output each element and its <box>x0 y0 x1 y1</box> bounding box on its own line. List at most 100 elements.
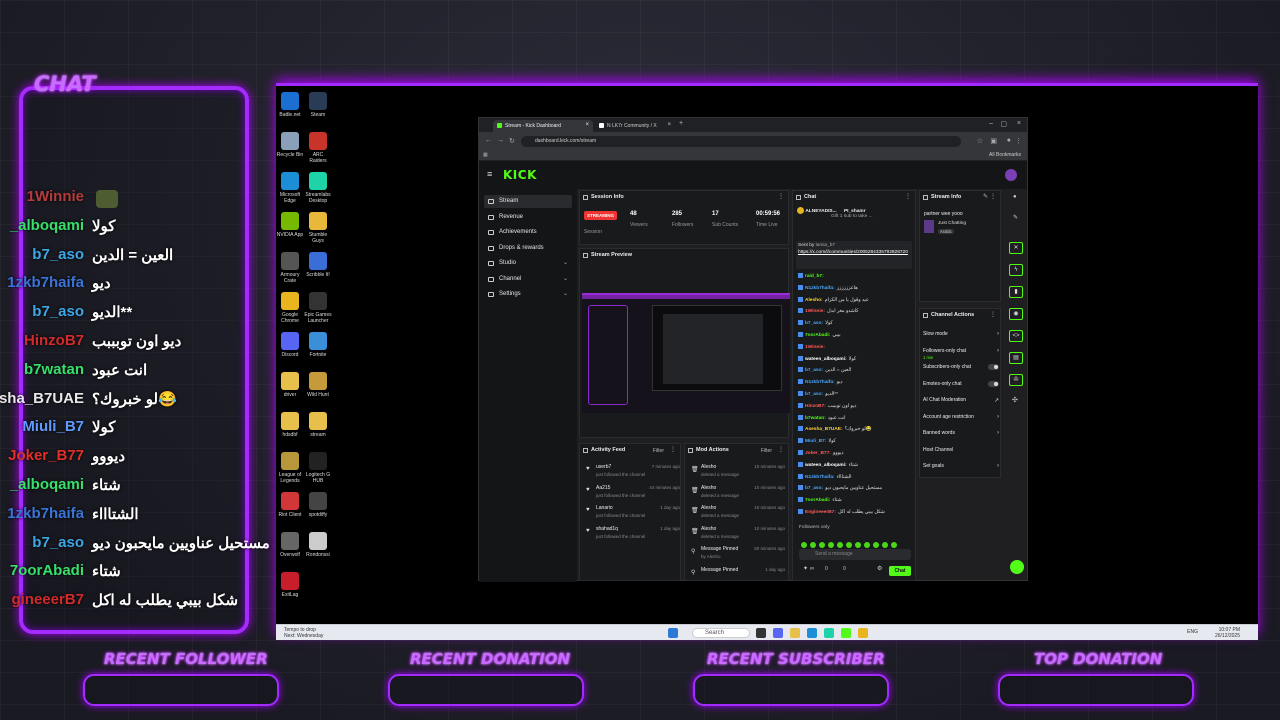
sidebar-item-drops-rewards[interactable]: Drops & rewards <box>484 242 572 255</box>
chevron-right-icon[interactable]: › <box>997 463 999 469</box>
channel-action-set-goals[interactable]: Set goals › <box>923 463 1001 477</box>
edit-icon[interactable]: ✎ <box>1013 214 1018 221</box>
desktop-shortcut[interactable]: ExitLag <box>276 572 304 598</box>
desktop-shortcut[interactable]: Discord <box>276 332 304 358</box>
url-input[interactable]: dashboard.kick.com/stream <box>521 136 961 147</box>
rail-chat-button[interactable]: ◉ <box>1009 308 1023 320</box>
channel-action-emotes-only-chat[interactable]: Emotes-only chat <box>923 380 1001 395</box>
tray-language[interactable]: ENG <box>1187 629 1198 635</box>
pinned-message[interactable]: Sent by lamia_b7 https://x.com/i/communi… <box>796 241 912 269</box>
sidebar-item-stream[interactable]: Stream <box>484 195 572 208</box>
desktop-shortcut[interactable]: ARC Raiders <box>304 132 332 164</box>
desktop-shortcut[interactable]: spotdiffy <box>304 492 332 518</box>
channel-action-banned-words[interactable]: Banned words › <box>923 430 1001 444</box>
chevron-right-icon[interactable]: › <box>997 348 999 354</box>
panel-menu-icon[interactable]: ⋮ <box>990 193 996 200</box>
activity-filter-button[interactable]: Filter <box>653 448 664 454</box>
channel-action-followers-only-chat[interactable]: Followers-only chat 1 min › <box>923 348 1001 362</box>
channel-action-ai-chat-moderation[interactable]: AI Chat Moderation ↗ <box>923 397 1001 411</box>
info-icon[interactable]: ● <box>1013 194 1017 200</box>
maximize-icon[interactable]: ▢ <box>1000 120 1007 128</box>
chat-message[interactable]: 1Winnie: كاشدو مغر ابدل <box>798 308 914 319</box>
chat-message[interactable]: N1zkb7haifa: هاعزززززز <box>798 284 914 296</box>
taskbar-clock[interactable]: 10:07 PM 26/12/2025 <box>1215 627 1240 639</box>
streamlabs-taskbar-icon[interactable] <box>824 628 834 638</box>
user-avatar[interactable] <box>1005 169 1017 181</box>
chat-message[interactable]: 1Winnie: <box>798 343 914 355</box>
extensions-icon[interactable]: ▣ <box>990 137 997 145</box>
taskbar-search[interactable]: Search <box>692 628 750 638</box>
desktop-shortcut[interactable]: Scribble It! <box>304 252 332 278</box>
desktop-shortcut[interactable]: Streamlabs Desktop <box>304 172 332 204</box>
close-window-icon[interactable]: × <box>1017 120 1021 127</box>
desktop-shortcut[interactable]: Riot Client <box>276 492 304 518</box>
mod-filter-button[interactable]: Filter <box>761 448 772 454</box>
toggle-switch[interactable] <box>988 364 999 370</box>
explorer-taskbar-icon[interactable] <box>790 628 800 638</box>
mod-action-item[interactable]: ⚲ Message Pinned 1 day ago <box>689 567 785 587</box>
desktop-shortcut[interactable]: Logitech G HUB <box>304 452 332 484</box>
desktop-shortcut[interactable]: Armoury Crate <box>276 252 304 284</box>
desktop-shortcut[interactable]: Steam <box>304 92 332 118</box>
panel-menu-icon[interactable]: ⋮ <box>990 311 996 318</box>
chat-send-button[interactable]: Chat <box>889 566 911 576</box>
stream-preview-video[interactable] <box>582 293 790 413</box>
desktop-shortcut[interactable]: Rondonssi <box>304 532 332 558</box>
rail-code-button[interactable]: <> <box>1009 330 1023 342</box>
kick-logo[interactable]: KICK <box>503 168 537 182</box>
desktop-shortcut[interactable]: Battle.net <box>276 92 304 118</box>
panel-menu-icon[interactable]: ⋮ <box>905 193 911 200</box>
chat-message[interactable]: 7oorAbadi: بيبي <box>798 332 914 343</box>
chat-message[interactable]: b7_aso: مستحيل عناويين مايحبون ديو <box>798 485 914 496</box>
chat-message[interactable]: Alesho: عيد وقول يا من الكرام <box>798 296 914 308</box>
desktop-shortcut[interactable]: Recycle Bin <box>276 132 304 158</box>
rail-raid-button[interactable]: ✕ <box>1009 242 1023 254</box>
channel-action-subscribers-only-chat[interactable]: Subscribers-only chat <box>923 364 1001 378</box>
sidebar-item-studio[interactable]: Studio ⌄ <box>484 257 572 270</box>
chat-message[interactable]: Miuli_B7: كولا <box>798 438 914 449</box>
forward-icon[interactable]: → <box>497 137 504 144</box>
chat-settings-icon[interactable]: ⚙ <box>877 565 882 572</box>
mod-action-item[interactable]: 🗑 Alesho 10 minutes ago deleted a message <box>689 464 785 484</box>
chat-message[interactable]: N1zkb7haifa: ديو <box>798 379 914 390</box>
desktop-shortcut[interactable]: stream <box>304 412 332 438</box>
all-bookmarks[interactable]: All Bookmarks <box>989 152 1021 158</box>
channel-action-host-channel[interactable]: Host Channel <box>923 447 1001 461</box>
channel-action-account-age-restriction[interactable]: Account age restriction › <box>923 414 1001 428</box>
edit-stream-info-icon[interactable]: ✎ <box>983 193 988 200</box>
emote-quickbar[interactable] <box>801 535 911 548</box>
chat-message[interactable]: N1zkb7haifa: الشتاااء <box>798 473 914 485</box>
chat-message[interactable]: 7oorAbadi: شتاء <box>798 497 914 508</box>
rail-lightning-button[interactable]: ϟ <box>1009 264 1023 276</box>
desktop-shortcut[interactable]: NVIDIA App <box>276 212 304 238</box>
chat-message[interactable]: raid_b7: <box>798 273 914 284</box>
chevron-right-icon[interactable]: › <box>997 331 999 337</box>
chat-message[interactable]: Joker_B77: ديووو <box>798 450 914 461</box>
activity-feed-item[interactable]: ♥ shahad1q 1 day ago just followed the chan… <box>584 526 680 546</box>
sidebar-item-revenue[interactable]: Revenue <box>484 211 572 224</box>
rail-clip-button[interactable]: ▮ <box>1009 286 1023 298</box>
apps-grid-icon[interactable]: ▦ <box>483 152 488 158</box>
chat-message[interactable]: wateen_alboqami: شتاء <box>798 461 914 473</box>
desktop-shortcut[interactable]: hdsdbf <box>276 412 304 438</box>
taskbar-weather[interactable]: Tempo to drop Next: Wednesday <box>284 627 323 639</box>
desktop-shortcut[interactable]: Microsoft Edge <box>276 172 304 204</box>
chat-message[interactable]: b7watan: انت عبود <box>798 414 914 426</box>
rail-settings-icon[interactable]: ✣ <box>1012 396 1018 404</box>
mod-action-item[interactable]: ⚲ Message Pinned 50 minutes ago by Alesho <box>689 546 785 566</box>
new-tab-icon[interactable]: + <box>679 120 683 127</box>
close-tab-icon[interactable]: × <box>585 122 589 128</box>
start-icon[interactable] <box>668 628 678 638</box>
sidebar-item-channel[interactable]: Channel ⌄ <box>484 273 572 286</box>
activity-feed-item[interactable]: ♥ Aa215 44 minutes ago just followed the ch… <box>584 485 680 505</box>
sidebar-item-achievements[interactable]: Achievements <box>484 226 572 239</box>
desktop-shortcut[interactable]: League of Legends <box>276 452 304 484</box>
mod-action-item[interactable]: 🗑 Alesho 10 minutes ago deleted a message <box>689 505 785 525</box>
desktop-shortcut[interactable]: driver <box>276 372 304 398</box>
panel-menu-icon[interactable]: ⋮ <box>778 446 784 453</box>
desktop-shortcut[interactable]: Fortnite <box>304 332 332 358</box>
rail-tools-button[interactable]: ✇ <box>1009 374 1023 386</box>
channel-action-slow-mode[interactable]: Slow mode › <box>923 331 1001 345</box>
sidebar-item-settings[interactable]: Settings ⌄ <box>484 288 572 301</box>
browser-menu-icon[interactable]: ⋮ <box>1015 137 1022 145</box>
